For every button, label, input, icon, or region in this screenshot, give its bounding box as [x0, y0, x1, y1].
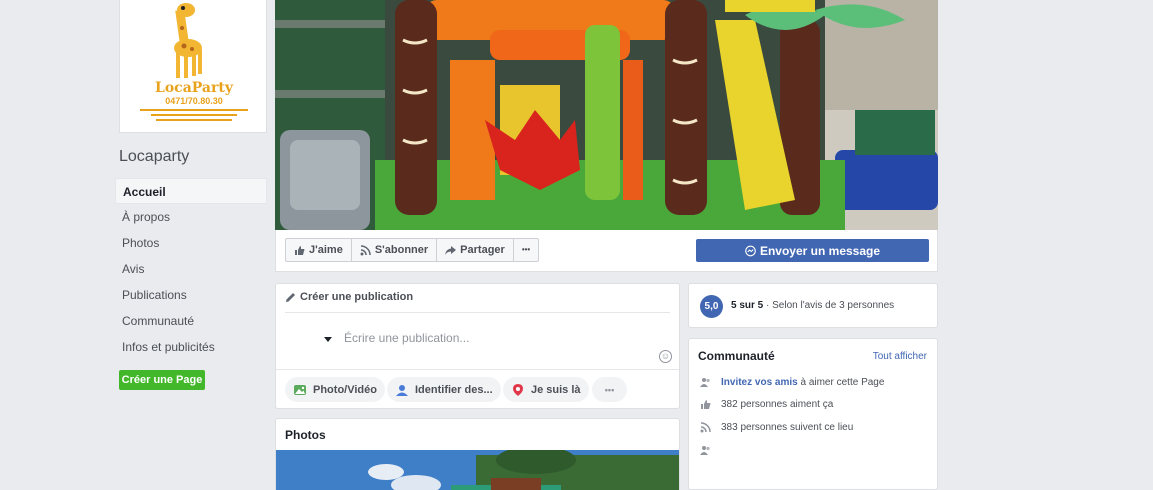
nav-item-avis[interactable]: Avis [115, 256, 267, 282]
rating-score-text: 5 sur 5 [731, 300, 764, 311]
page-actions-group: J'aime S'abonner Partager ••• [285, 238, 540, 262]
more-post-options-button[interactable]: ••• [592, 377, 627, 402]
emoji-icon[interactable]: ☺ [659, 350, 672, 363]
follows-count-text[interactable]: 383 personnes suivent ce lieu [721, 422, 853, 433]
nav-item-a-propos[interactable]: À propos [115, 204, 267, 230]
location-pin-icon [511, 383, 525, 397]
send-message-button[interactable]: Envoyer un message [696, 239, 929, 262]
rss-follow-icon [700, 422, 711, 433]
share-button-label: Partager [460, 244, 505, 256]
photo-icon [293, 383, 307, 397]
share-arrow-icon [445, 245, 457, 256]
thumbs-up-icon [700, 399, 711, 410]
more-actions-button[interactable]: ••• [514, 239, 538, 261]
create-post-title: Créer une publication [300, 291, 414, 303]
nav-item-photos[interactable]: Photos [115, 230, 267, 256]
invite-friends-link[interactable]: Invitez vos amis [721, 377, 798, 388]
rating-description: · Selon l'avis de 3 personnes [763, 300, 895, 311]
divider [285, 312, 670, 313]
logo-text: LocaParty [155, 80, 233, 96]
invite-friends-text: Invitez vos amis à aimer cette Page [721, 377, 884, 388]
send-message-label: Envoyer un message [759, 243, 881, 258]
invite-friends-row: Invitez vos amis à aimer cette Page [700, 377, 884, 388]
page-title[interactable]: Locaparty [119, 148, 189, 166]
create-post-header[interactable]: Créer une publication [285, 291, 413, 303]
rating-summary[interactable]: 5 sur 5 · Selon l'avis de 3 personnes [731, 300, 894, 311]
invite-friends-icon [700, 377, 711, 388]
share-button[interactable]: Partager [437, 239, 514, 261]
tag-people-icon [395, 383, 409, 397]
rating-score-badge: 5,0 [700, 295, 723, 318]
cover-photo[interactable] [275, 0, 938, 230]
logo-small-text [140, 109, 248, 123]
nav-item-accueil[interactable]: Accueil [115, 178, 267, 204]
divider [276, 369, 679, 370]
photo-thumbnail[interactable] [276, 450, 679, 490]
likes-count-text[interactable]: 382 personnes aiment ça [721, 399, 833, 410]
invite-friends-rest: à aimer cette Page [797, 377, 885, 388]
see-all-link[interactable]: Tout afficher [873, 351, 927, 362]
photos-card-title[interactable]: Photos [285, 428, 326, 442]
community-title[interactable]: Communauté [698, 349, 775, 363]
messenger-icon [745, 245, 756, 256]
rating-card: 5,0 5 sur 5 · Selon l'avis de 3 personne… [688, 283, 938, 328]
pencil-icon [285, 292, 296, 303]
like-button-label: J'aime [309, 244, 343, 256]
tag-people-button[interactable]: Identifier des... [387, 377, 501, 402]
create-page-button[interactable]: Créer une Page [119, 370, 205, 390]
photo-video-button[interactable]: Photo/Vidéo [285, 377, 385, 402]
like-button[interactable]: J'aime [286, 239, 352, 261]
follow-button-label: S'abonner [374, 244, 429, 256]
likes-row: 382 personnes aiment ça [700, 399, 833, 410]
friends-row [700, 445, 711, 456]
nav-item-publications[interactable]: Publications [115, 282, 267, 308]
logo-phone: 0471/70.80.30 [165, 96, 223, 106]
rss-follow-icon [360, 244, 371, 256]
nav-item-communaute[interactable]: Communauté [115, 308, 267, 334]
page-nav: Accueil À propos Photos Avis Publication… [115, 178, 267, 360]
nav-item-infos-publicites[interactable]: Infos et publicités [115, 334, 267, 360]
thumbs-up-icon [294, 245, 305, 256]
check-in-button[interactable]: Je suis là [503, 377, 589, 402]
follows-row: 383 personnes suivent ce lieu [700, 422, 853, 433]
create-post-card: Créer une publication Écrire une publica… [275, 283, 680, 409]
page-action-bar: J'aime S'abonner Partager ••• Envoyer un… [275, 230, 938, 272]
page-profile-picture[interactable]: LocaParty 0471/70.80.30 [119, 0, 267, 133]
tag-people-label: Identifier des... [415, 383, 493, 396]
follow-button[interactable]: S'abonner [352, 239, 438, 261]
photos-card: Photos [275, 418, 680, 490]
caret-down-icon[interactable] [324, 337, 332, 342]
check-in-label: Je suis là [531, 383, 581, 396]
photo-video-label: Photo/Vidéo [313, 383, 377, 396]
post-composer-input[interactable]: Écrire une publication... [344, 331, 469, 345]
community-card: Communauté Tout afficher Invitez vos ami… [688, 338, 938, 490]
friends-icon [700, 445, 711, 456]
